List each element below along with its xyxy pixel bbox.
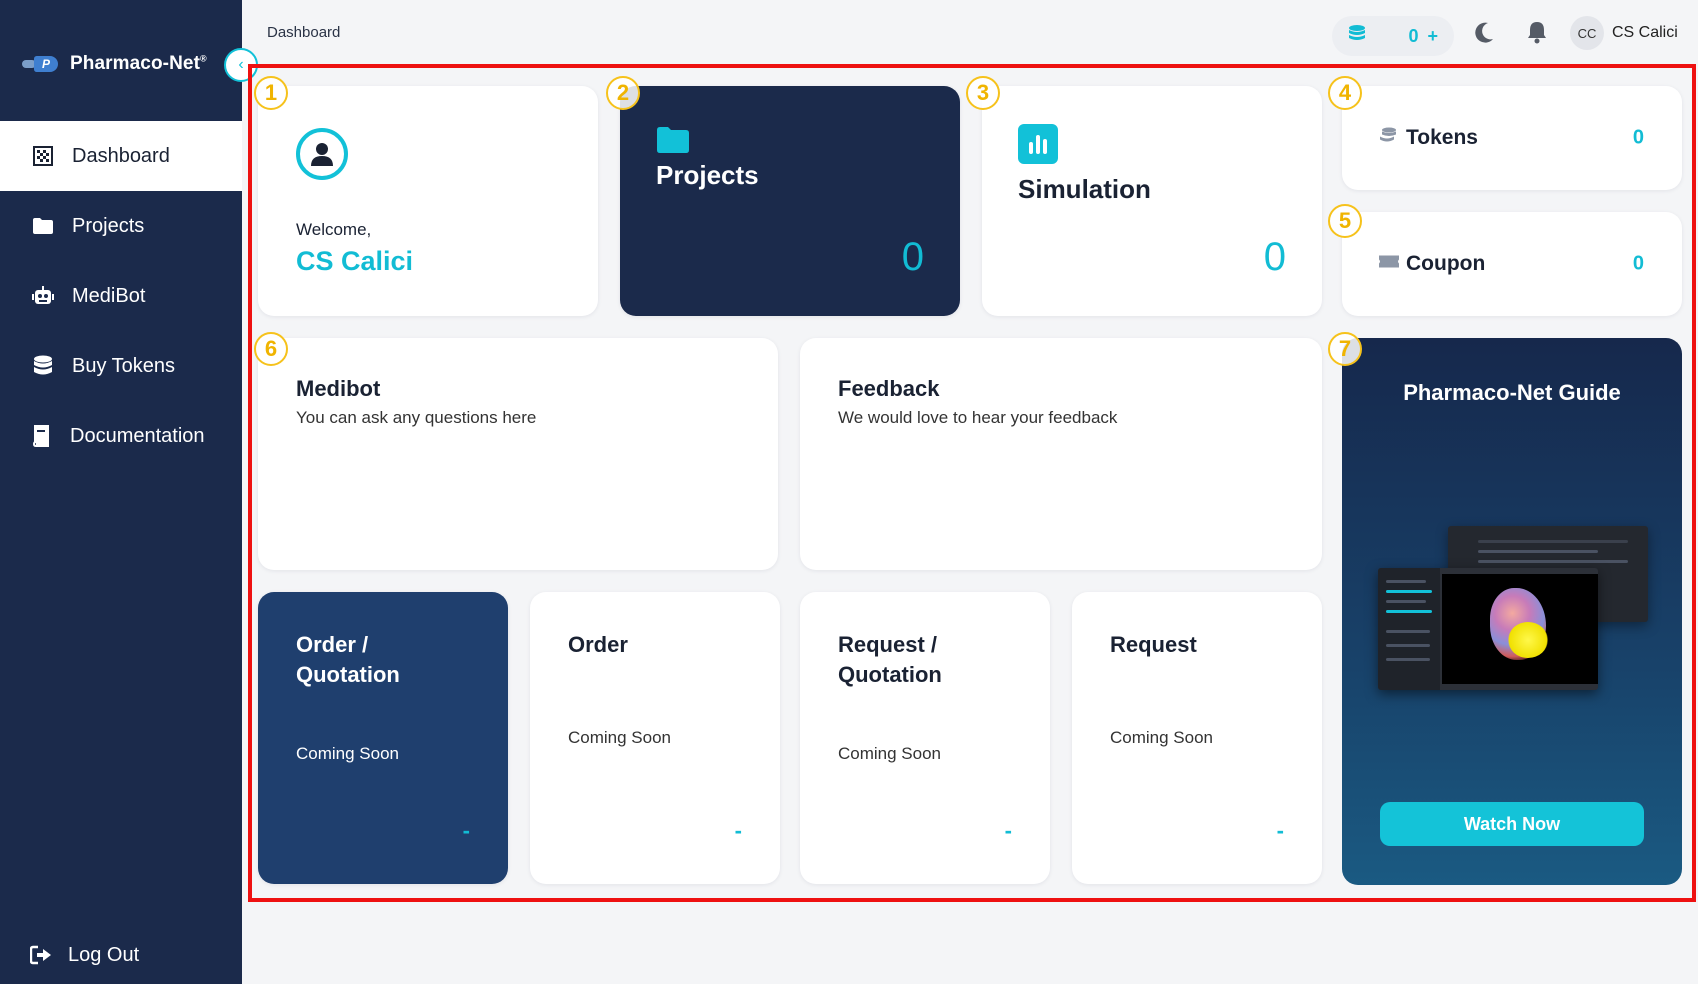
sidebar-item-label: Projects [72,214,145,237]
projects-count: 0 [901,235,924,279]
feedback-card[interactable]: Feedback We would love to hear your feed… [800,338,1322,570]
tile-title: Order [568,632,628,657]
step-badge-6: 6 [254,332,288,366]
order-quotation-card[interactable]: Order / Quotation Coming Soon - [258,592,508,884]
sidebar-item-dashboard[interactable]: Dashboard [0,121,242,191]
welcome-card: Welcome, CS Calici [258,86,598,316]
sidebar-item-medibot[interactable]: MediBot [0,261,242,331]
sidebar-item-documentation[interactable]: Documentation [0,401,242,471]
simulation-card[interactable]: Simulation 0 [982,86,1322,316]
step-badge-1: 1 [254,76,288,110]
sidebar-item-projects[interactable]: Projects [0,191,242,261]
tile-title: Request / Quotation [838,632,942,687]
token-balance-value: 0 [1408,25,1421,46]
tokens-card[interactable]: Tokens 0 [1342,86,1682,190]
simulation-title: Simulation [1018,174,1151,204]
brand[interactable]: P Pharmaco-Net® [22,48,207,80]
tile-status: Coming Soon [1110,728,1214,747]
tile-status: Coming Soon [568,728,672,747]
breadcrumb: Dashboard [267,24,341,41]
coupon-title: Coupon [1406,252,1486,275]
step-badge-7: 7 [1328,332,1362,366]
tile-title: Order / Quotation [296,632,400,687]
tile-status: Coming Soon [296,744,400,763]
chevron-left-icon: ‹ [238,56,244,73]
grid-icon [32,145,54,167]
molecule-viewer [1442,574,1598,684]
user-name[interactable]: CS Calici [1612,24,1678,42]
tokens-value: 0 [1632,126,1644,149]
tile-status: Coming Soon [838,744,942,763]
dark-mode-toggle[interactable] [1474,22,1494,49]
coins-icon [1378,127,1398,150]
tile-title: Request [1110,632,1197,657]
coins-icon [1346,24,1368,49]
request-card[interactable]: Request Coming Soon - [1072,592,1322,884]
step-badge-4: 4 [1328,76,1362,110]
moon-icon [1474,22,1494,48]
guide-preview-app [1378,568,1598,690]
bar-chart-icon [1018,124,1058,169]
user-circle-icon [296,128,348,180]
coupon-card[interactable]: Coupon 0 [1342,212,1682,316]
bell-icon [1526,22,1548,48]
brand-logo: P [22,54,60,74]
guide-card: Pharmaco-Net Guide Watch Now [1342,338,1682,885]
sidebar-item-label: Documentation [70,424,205,447]
book-icon [30,425,52,447]
logout-button[interactable]: Log Out [0,920,242,984]
tile-value: - [1004,818,1012,843]
medibot-card[interactable]: Medibot You can ask any questions here [258,338,778,570]
sidebar-nav: Dashboard Projects MediBot Buy Tokens Do… [0,121,242,471]
sidebar-item-label: Dashboard [72,144,170,167]
robot-icon [32,285,54,307]
sidebar: P Pharmaco-Net® ‹ Dashboard Projects Med… [0,0,258,984]
coupon-value: 0 [1632,252,1644,275]
sidebar-item-label: MediBot [72,284,146,307]
projects-title: Projects [656,160,759,190]
logout-icon [30,944,52,966]
order-card[interactable]: Order Coming Soon - [530,592,780,884]
step-badge-2: 2 [606,76,640,110]
tile-value: - [734,818,742,843]
brand-name: Pharmaco-Net® [70,53,207,74]
medibot-subtitle: You can ask any questions here [296,408,537,427]
notifications-button[interactable] [1526,20,1548,49]
watch-now-button[interactable]: Watch Now [1380,802,1644,846]
database-icon [32,355,54,377]
feedback-subtitle: We would love to hear your feedback [838,408,1118,427]
add-tokens-icon[interactable]: + [1427,26,1440,46]
tile-value: - [1276,818,1284,843]
folder-icon [32,215,54,237]
logout-label: Log Out [68,943,140,966]
step-badge-5: 5 [1328,204,1362,238]
step-badge-3: 3 [966,76,1000,110]
medibot-title: Medibot [296,376,381,401]
avatar[interactable]: CC [1570,16,1604,50]
ticket-icon [1378,255,1400,274]
guide-title: Pharmaco-Net Guide [1403,380,1621,405]
welcome-label: Welcome, [296,220,372,239]
simulation-count: 0 [1263,235,1286,279]
folder-icon [656,126,690,159]
welcome-user-name: CS Calici [296,246,414,276]
token-balance-button[interactable]: 0 + [1332,16,1454,56]
tokens-title: Tokens [1406,126,1478,149]
sidebar-item-buy-tokens[interactable]: Buy Tokens [0,331,242,401]
projects-card[interactable]: Projects 0 [620,86,960,316]
tile-value: - [462,818,470,843]
collapse-sidebar-button[interactable]: ‹ [224,48,258,82]
request-quotation-card[interactable]: Request / Quotation Coming Soon - [800,592,1050,884]
sidebar-item-label: Buy Tokens [72,354,176,377]
feedback-title: Feedback [838,376,940,401]
